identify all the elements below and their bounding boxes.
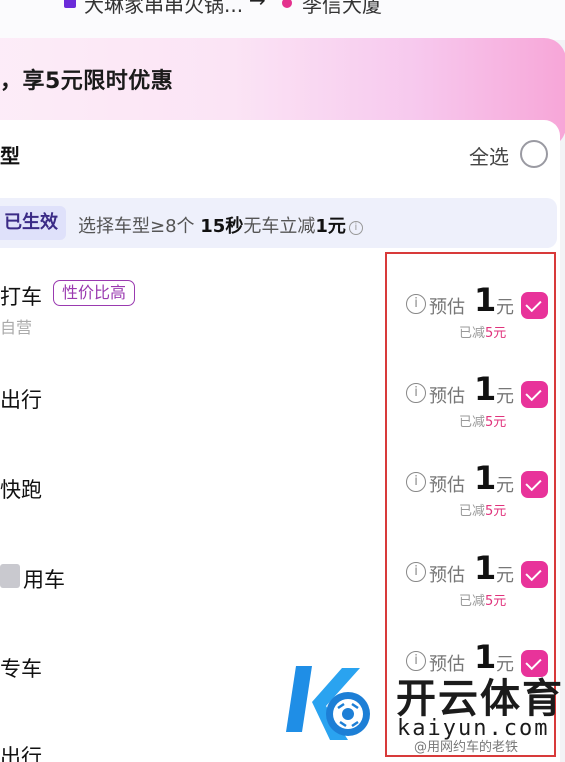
kaiyun-logo-icon xyxy=(286,666,370,740)
route-from: 大琳家串串火锅... xyxy=(84,0,244,17)
select-all-checkbox[interactable] xyxy=(520,140,548,168)
value-tag: 性价比高 xyxy=(53,280,136,306)
end-point-icon xyxy=(282,0,292,8)
start-point-icon xyxy=(64,0,76,8)
route-arrow-icon: → xyxy=(249,0,266,12)
promo-strip-mid: 无车立减 xyxy=(243,216,316,237)
info-icon[interactable]: i xyxy=(348,221,363,235)
car-type-name[interactable]: 用车 xyxy=(23,564,65,594)
promo-strip-discount: 1元 xyxy=(315,216,346,237)
section-title: 型 xyxy=(0,144,20,168)
screen: 大琳家串串火锅... → 李信大厦 ，享5元限时优惠 型 全选 已生效 选择车型… xyxy=(0,0,565,762)
promo-strip-text: 选择车型≥8个 15秒无车立减1元 i xyxy=(78,212,363,238)
promo-banner-title: ，享5元限时优惠 xyxy=(0,69,174,94)
car-type-name[interactable]: 打车 xyxy=(0,281,42,311)
route-bar[interactable]: 大琳家串串火锅... → 李信大厦 xyxy=(0,0,565,40)
promo-active-badge: 已生效 xyxy=(0,206,66,240)
car-type-name[interactable]: 专车 xyxy=(0,653,42,683)
redacted-text xyxy=(0,564,20,588)
promo-strip-time: 15秒 xyxy=(200,216,244,237)
promo-strip-prefix: 选择车型≥8个 xyxy=(78,216,201,237)
car-type-name[interactable]: 出行 xyxy=(0,384,42,414)
watermark-caption: @用网约车的老铁 xyxy=(414,740,519,755)
car-type-name[interactable]: 出行 xyxy=(0,741,42,762)
car-type-name[interactable]: 快跑 xyxy=(0,474,42,504)
route-to: 李信大厦 xyxy=(302,0,382,17)
select-all-label[interactable]: 全选 xyxy=(469,141,509,170)
car-type-sub: 自营 xyxy=(0,318,33,337)
